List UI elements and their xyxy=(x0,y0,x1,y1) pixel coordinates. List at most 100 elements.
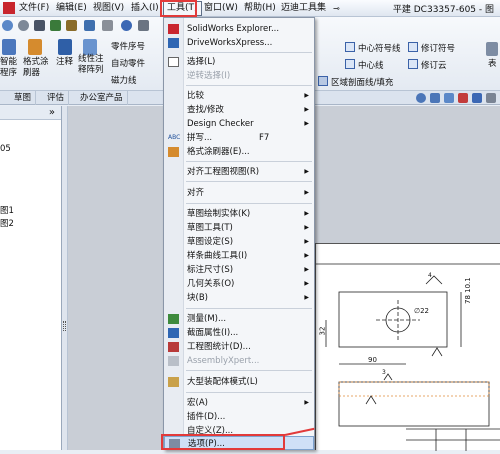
menu-item-drawing-statistics[interactable]: 工程图统计(D)... xyxy=(164,340,314,354)
dim-text-phi22[interactable]: ∅22 xyxy=(414,307,429,315)
menu-item-label: 工程图统计(D)... xyxy=(187,342,251,352)
submenu-arrow-icon: ▶ xyxy=(304,266,309,273)
menu-item-measure[interactable]: 测量(M)... xyxy=(164,312,314,326)
format-painter-icon[interactable] xyxy=(28,39,42,55)
dim-text-78[interactable]: 78 10.1 xyxy=(464,277,472,304)
table-label: 表 xyxy=(488,59,497,69)
menu-item-sketch-entities[interactable]: 草图绘制实体(K) ▶ xyxy=(164,207,314,221)
menu-item-driveworks[interactable]: DriveWorksXpress... xyxy=(164,36,314,50)
menu-insert[interactable]: 插入(I) xyxy=(131,2,159,15)
menu-item-solidworks-explorer[interactable]: SolidWorks Explorer... xyxy=(164,22,314,36)
menu-item-large-assembly-mode[interactable]: 大型装配体模式(L) xyxy=(164,375,314,389)
menu-item-spelling[interactable]: ABC 拼写... F7 xyxy=(164,131,314,145)
menu-item-dimensions[interactable]: 标注尺寸(S) ▶ xyxy=(164,263,314,277)
menu-item-label: 比较 xyxy=(187,91,205,101)
search-icon[interactable] xyxy=(121,20,132,31)
dim-text-3[interactable]: 3 xyxy=(382,369,386,376)
menu-item-select[interactable]: 选择(L) xyxy=(164,55,314,69)
settings-icon[interactable] xyxy=(138,20,149,31)
menu-item-sketch-settings[interactable]: 草图设定(S) ▶ xyxy=(164,235,314,249)
cup-icon[interactable] xyxy=(50,20,61,31)
tab-sketch[interactable]: 草图 xyxy=(10,91,37,105)
part-number-button[interactable]: 零件序号 xyxy=(111,42,145,53)
zoom-icon[interactable] xyxy=(416,93,426,103)
previous-view-icon[interactable] xyxy=(444,93,454,103)
menu-separator xyxy=(186,161,312,162)
menu-item-align[interactable]: 对齐 ▶ xyxy=(164,186,314,200)
revision-cloud-button[interactable]: 修订云 xyxy=(408,59,447,72)
dim-text-32[interactable]: 32 xyxy=(318,327,326,336)
menu-item-label: Design Checker xyxy=(187,119,254,129)
solidworks-logo-icon[interactable] xyxy=(3,2,15,14)
hide-show-icon[interactable] xyxy=(472,93,482,103)
menu-item-label: 插件(D)... xyxy=(187,412,226,422)
zoom-area-icon[interactable] xyxy=(430,93,440,103)
smart-dimension-icon[interactable] xyxy=(2,39,16,55)
tree-item[interactable]: 图1 xyxy=(0,204,14,216)
magnetic-line-button[interactable]: 磁力线 xyxy=(111,76,137,87)
datum-symbol-2 xyxy=(365,395,377,405)
menu-item-section-properties[interactable]: 截面属性(I)... xyxy=(164,326,314,340)
menu-item-design-checker[interactable]: Design Checker ▶ xyxy=(164,117,314,131)
menu-help[interactable]: 帮助(H) xyxy=(244,2,276,15)
statistics-icon xyxy=(168,342,179,352)
rotate-icon[interactable] xyxy=(458,93,468,103)
menu-file[interactable]: 文件(F) xyxy=(19,2,49,15)
format-painter-label: 格式涂 刷器 xyxy=(23,57,49,78)
centerline-button[interactable]: 中心线 xyxy=(345,59,384,72)
menu-item-relations[interactable]: 几何关系(O) ▶ xyxy=(164,277,314,291)
menu-item-macro[interactable]: 宏(A) ▶ xyxy=(164,396,314,410)
menu-item-spline-tools[interactable]: 样条曲线工具(I) ▶ xyxy=(164,249,314,263)
menu-item-label: 宏(A) xyxy=(187,398,208,408)
revision-symbol-button[interactable]: 修订符号 xyxy=(408,42,455,55)
pin-icon[interactable]: ⊸ xyxy=(333,2,340,15)
hat-icon[interactable] xyxy=(34,20,45,31)
menu-item-find-modify[interactable]: 查找/修改 ▶ xyxy=(164,103,314,117)
gear-icon[interactable] xyxy=(18,20,29,31)
menu-item-sketch-tools[interactable]: 草图工具(T) ▶ xyxy=(164,221,314,235)
spring-icon[interactable] xyxy=(84,20,95,31)
tab-evaluate[interactable]: 评估 xyxy=(43,91,70,105)
tree-item[interactable]: 图2 xyxy=(0,217,14,229)
tree-item[interactable]: 05 xyxy=(0,144,11,154)
menu-item-blocks[interactable]: 块(B) ▶ xyxy=(164,291,314,305)
auto-balloon-button[interactable]: 自动零件 xyxy=(111,59,145,70)
dim-text-90[interactable]: 90 xyxy=(368,356,377,364)
menu-separator xyxy=(186,370,312,371)
menu-item-compare[interactable]: 比较 ▶ xyxy=(164,89,314,103)
drawing-sheet[interactable]: 32 90 ∅22 78 10.1 4 3 xyxy=(315,243,500,451)
menu-edit[interactable]: 编辑(E) xyxy=(56,2,87,15)
center-mark-button[interactable]: 中心符号线 xyxy=(345,42,401,55)
cursor-arrow-icon xyxy=(168,57,179,67)
area-hatch-button[interactable]: 区域剖面线/填充 xyxy=(318,76,393,89)
table-icon[interactable] xyxy=(486,42,498,56)
tab-office-products[interactable]: 办公室产品 xyxy=(76,91,128,105)
display-style-icon[interactable] xyxy=(486,93,496,103)
center-mark-label: 中心符号线 xyxy=(358,44,401,54)
chart-icon[interactable] xyxy=(102,20,113,31)
balloon-icon[interactable] xyxy=(66,20,77,31)
menu-item-label: 格式涂刷器(E)... xyxy=(187,147,250,157)
note-icon[interactable] xyxy=(58,39,72,55)
submenu-arrow-icon: ▶ xyxy=(304,238,309,245)
menu-item-label: 样条曲线工具(I) xyxy=(187,251,248,261)
menu-item-format-painter[interactable]: 格式涂刷器(E)... xyxy=(164,145,314,159)
menu-item-addins[interactable]: 插件(D)... xyxy=(164,410,314,424)
rebuild-icon[interactable] xyxy=(2,20,13,31)
submenu-arrow-icon: ▶ xyxy=(304,168,309,175)
window-title: 平建 DC33357-605 - 图 xyxy=(392,5,494,15)
menu-separator xyxy=(186,308,312,309)
tools-dropdown-menu: SolidWorks Explorer... DriveWorksXpress.… xyxy=(163,17,315,450)
menu-view[interactable]: 视图(V) xyxy=(93,2,124,15)
collapse-panel-button[interactable]: » xyxy=(49,106,55,120)
menu-maidi-tools[interactable]: 迈迪工具集 xyxy=(281,2,326,15)
menu-window[interactable]: 窗口(W) xyxy=(204,2,238,15)
menu-item-label: 测量(M)... xyxy=(187,314,227,324)
center-mark-icon xyxy=(345,42,355,52)
menu-item-shortcut: F7 xyxy=(259,133,270,143)
menu-item-label: 标注尺寸(S) xyxy=(187,265,234,275)
menu-item-align-drawing-views[interactable]: 对齐工程图视图(R) ▶ xyxy=(164,165,314,179)
dim-text-4[interactable]: 4 xyxy=(428,272,432,279)
linear-note-pattern-icon[interactable] xyxy=(83,39,97,55)
splitter-grip[interactable] xyxy=(63,321,66,331)
